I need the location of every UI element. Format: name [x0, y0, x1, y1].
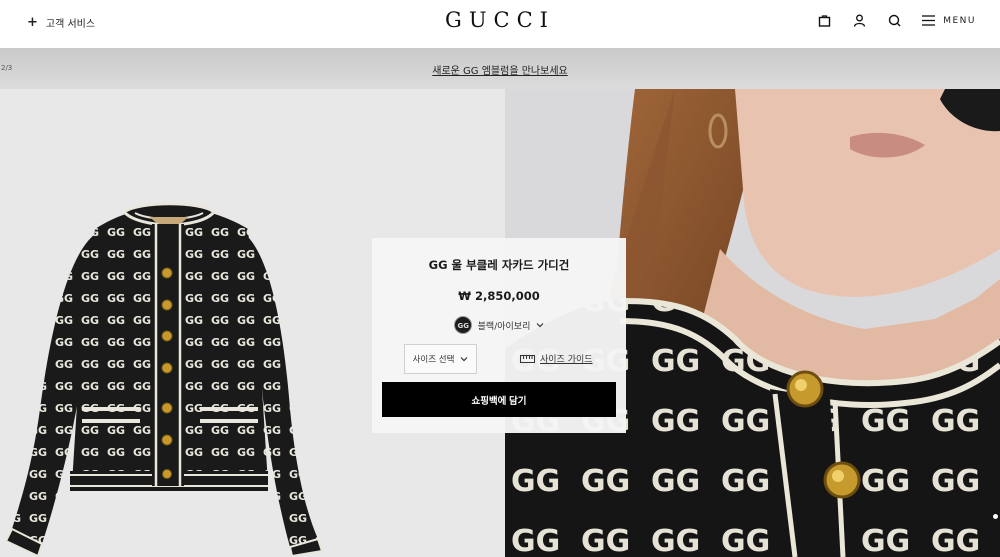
color-selector[interactable]: GG 블랙/아이보리 [372, 316, 626, 334]
header-actions: MENU [817, 13, 976, 28]
chevron-down-icon [536, 323, 544, 328]
carousel-indicator[interactable] [993, 514, 998, 519]
product-price: ₩ 2,850,000 [458, 289, 540, 303]
chevron-down-icon [460, 357, 468, 362]
product-name: GG 울 부클레 자카드 가디건 [428, 258, 570, 272]
svg-text:GG: GG [457, 322, 469, 330]
product-info-card: GG 울 부클레 자카드 가디건 ₩ 2,850,000 GG 블랙/아이보리 … [372, 238, 626, 433]
size-select-label: 사이즈 선택 [412, 355, 455, 365]
color-swatch: GG [453, 316, 472, 334]
add-to-bag-button[interactable]: 쇼핑백에 담기 [382, 382, 616, 417]
product-page: + 고객 서비스 GUCCI MENU 2/3 새로운 GG 엠블럼을 만나보세… [0, 0, 1000, 557]
menu-button[interactable]: MENU [922, 15, 976, 26]
site-header: + 고객 서비스 GUCCI MENU [0, 0, 1000, 48]
size-guide-label: 사이즈 가이드 [540, 355, 593, 365]
search-icon[interactable] [887, 13, 902, 28]
ruler-icon [520, 354, 535, 363]
color-label: 블랙/아이보리 [477, 321, 531, 332]
user-icon[interactable] [852, 13, 867, 28]
size-select[interactable]: 사이즈 선택 [404, 344, 477, 374]
announcement-link[interactable]: 새로운 GG 엠블럼을 만나보세요 [0, 62, 1000, 77]
size-guide-link[interactable]: 사이즈 가이드 [520, 352, 593, 365]
hamburger-menu-icon [922, 15, 936, 26]
menu-label: MENU [943, 15, 976, 26]
announcement-bar: 2/3 새로운 GG 엠블럼을 만나보세요 [0, 48, 1000, 89]
shopping-bag-icon[interactable] [817, 13, 832, 28]
